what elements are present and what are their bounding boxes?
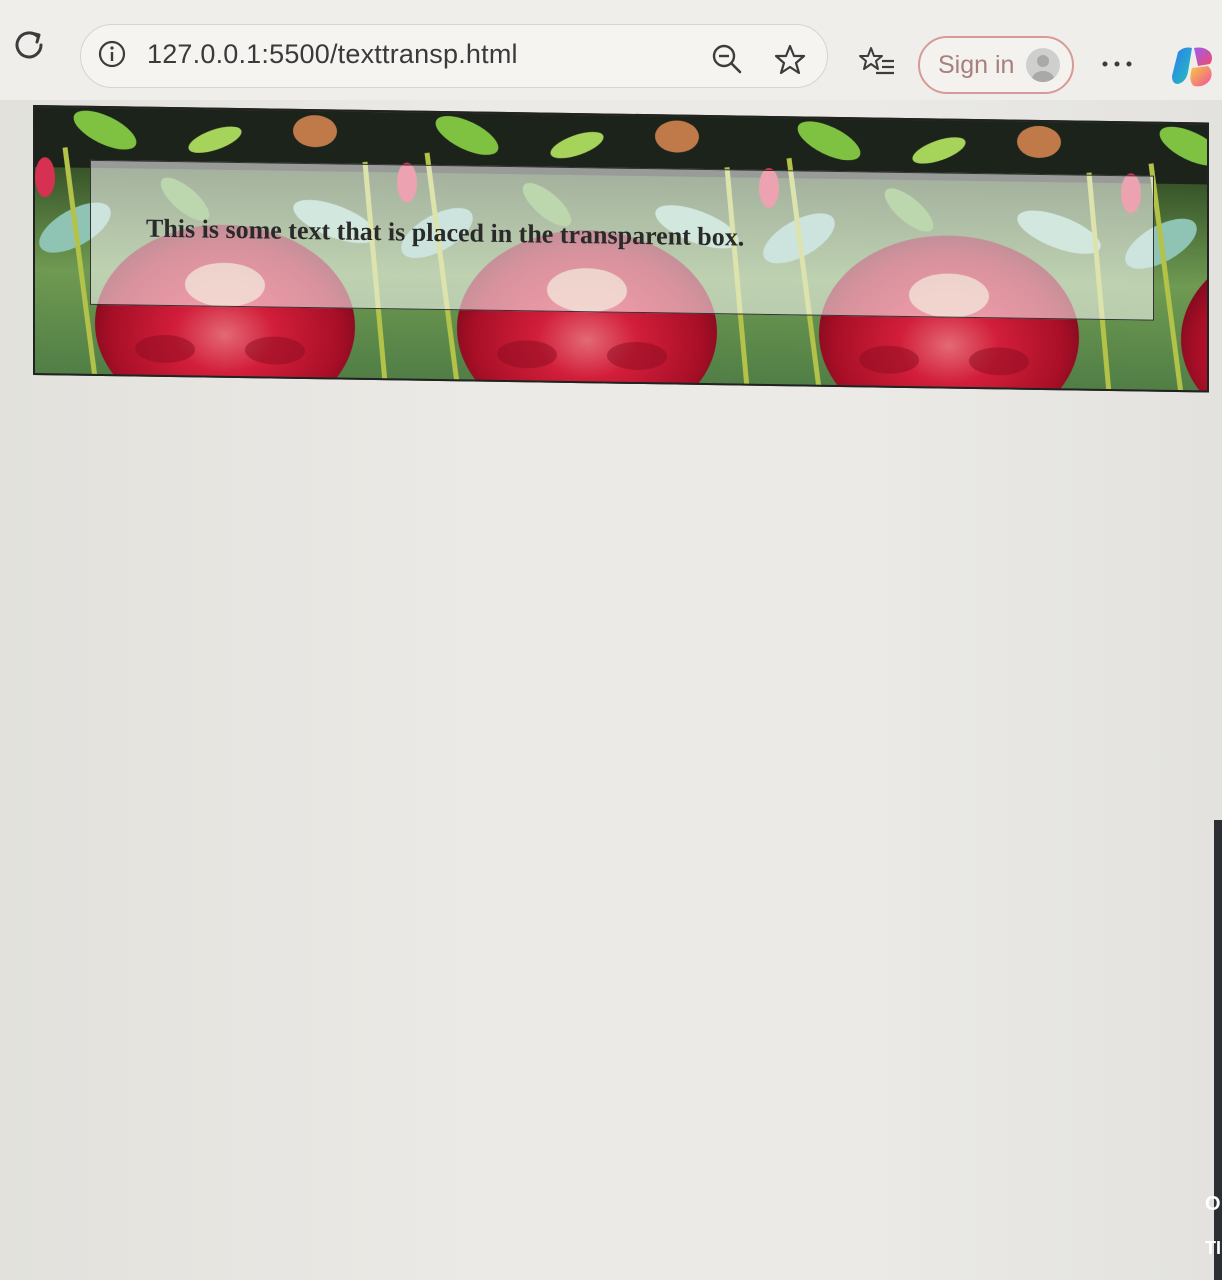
- sign-in-label: Sign in: [938, 51, 1015, 79]
- copilot-icon[interactable]: [1168, 42, 1218, 92]
- zoom-out-icon[interactable]: [711, 43, 743, 75]
- browser-toolbar: 127.0.0.1:5500/texttransp.html Sign in: [0, 0, 1222, 100]
- edge-text-fragment: TI: [1205, 1238, 1221, 1258]
- favorites-icon[interactable]: [858, 44, 896, 82]
- page-viewport: This is some text that is placed in the …: [0, 100, 1222, 1280]
- edge-text-fragment: O: [1205, 1193, 1221, 1215]
- more-icon[interactable]: [1100, 54, 1134, 74]
- browser-window: 127.0.0.1:5500/texttransp.html Sign in T…: [0, 0, 1222, 1280]
- transparent-box: This is some text that is placed in the …: [90, 159, 1154, 321]
- reload-icon[interactable]: [12, 28, 48, 64]
- info-icon[interactable]: [97, 39, 127, 69]
- sign-in-button[interactable]: Sign in: [918, 36, 1074, 94]
- star-icon[interactable]: [773, 43, 807, 77]
- flower-background-banner: This is some text that is placed in the …: [33, 105, 1209, 393]
- address-bar[interactable]: 127.0.0.1:5500/texttransp.html: [80, 24, 828, 88]
- avatar-icon: [1026, 48, 1060, 82]
- url-text[interactable]: 127.0.0.1:5500/texttransp.html: [147, 39, 518, 70]
- transparent-box-text: This is some text that is placed in the …: [146, 213, 745, 252]
